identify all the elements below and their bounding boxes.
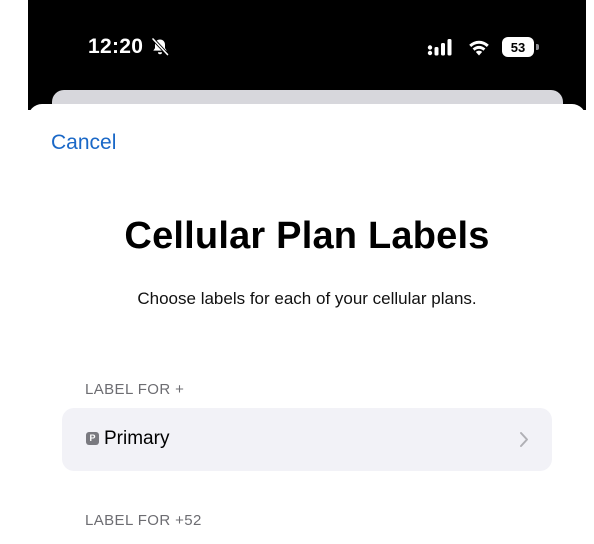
chevron-right-icon — [520, 432, 528, 447]
battery-nub — [536, 44, 539, 50]
page-title: Cellular Plan Labels — [124, 215, 490, 257]
battery-level: 53 — [510, 39, 526, 55]
modal-sheet — [28, 104, 586, 544]
section-header-secondary: LABEL FOR +52 — [85, 512, 202, 529]
status-time: 12:20 — [88, 35, 144, 58]
signal-icon — [427, 39, 452, 56]
page-subtitle: Choose labels for each of your cellular … — [137, 289, 477, 308]
plan-badge-icon: P — [86, 432, 99, 445]
cancel-button[interactable]: Cancel — [51, 131, 116, 155]
bell-slash-icon — [151, 37, 170, 57]
wifi-icon — [469, 40, 489, 56]
battery-icon: 53 — [502, 37, 540, 57]
plan-row-primary[interactable]: P Primary — [62, 408, 552, 471]
section-header-primary: LABEL FOR + — [85, 381, 185, 398]
plan-label: Primary — [104, 428, 170, 449]
battery-body: 53 — [502, 37, 534, 57]
